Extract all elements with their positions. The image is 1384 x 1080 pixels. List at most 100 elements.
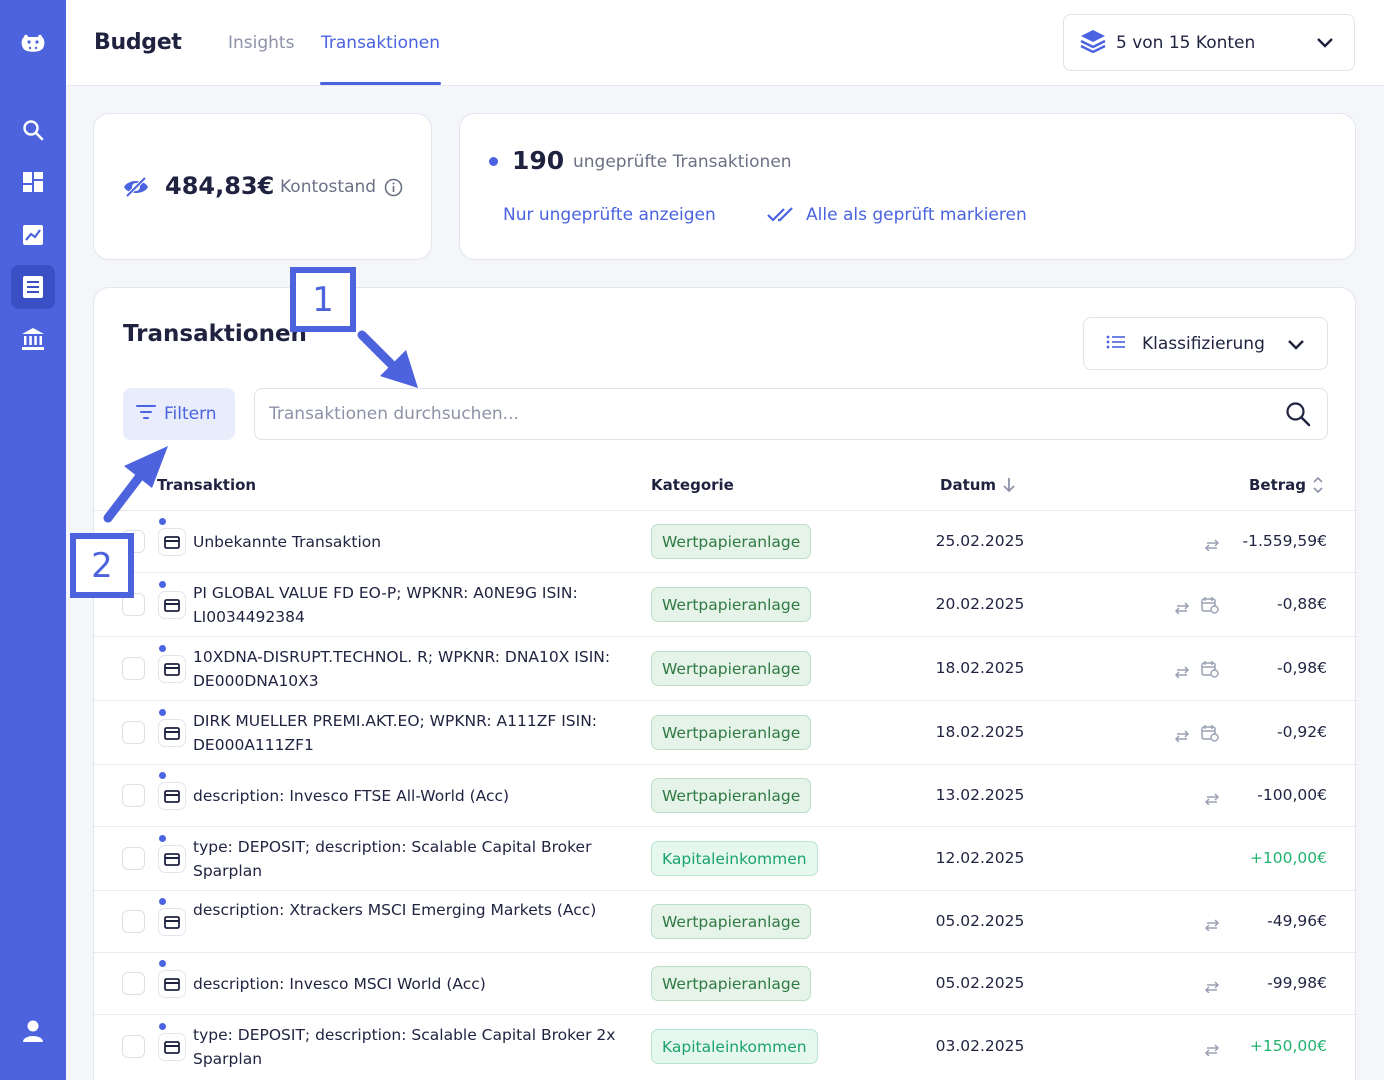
category-badge[interactable]: Wertpapieranlage xyxy=(651,966,812,1001)
category-badge[interactable]: Wertpapieranlage xyxy=(651,587,812,622)
unreviewed-dot xyxy=(159,1023,166,1030)
chart-icon[interactable] xyxy=(11,213,55,257)
table-row[interactable]: description: Invesco MSCI World (Acc) Wer… xyxy=(94,952,1357,1014)
show-unreviewed-link[interactable]: Nur ungeprüfte anzeigen xyxy=(503,205,716,225)
transaction-name[interactable]: type: DEPOSIT; description: Scalable Cap… xyxy=(193,835,623,883)
recurring-calendar-icon[interactable] xyxy=(1201,724,1219,746)
card-icon xyxy=(158,1033,186,1061)
card-icon xyxy=(158,719,186,747)
transaction-name[interactable]: type: DEPOSIT; description: Scalable Cap… xyxy=(193,1023,623,1071)
row-checkbox[interactable] xyxy=(122,1035,145,1058)
list-icon xyxy=(1106,334,1126,353)
unreviewed-dot xyxy=(159,645,166,652)
row-checkbox[interactable] xyxy=(122,972,145,995)
tab-insights[interactable]: Insights xyxy=(228,33,294,53)
classification-select[interactable]: Klassifizierung xyxy=(1083,317,1328,370)
transaction-date: 05.02.2025 xyxy=(935,912,1025,930)
transaction-amount: -1.559,59€ xyxy=(1242,532,1327,550)
unreviewed-dot xyxy=(159,518,166,525)
recurring-calendar-icon[interactable] xyxy=(1201,660,1219,682)
eye-off-icon[interactable] xyxy=(122,176,150,202)
category-badge[interactable]: Kapitaleinkommen xyxy=(651,841,818,876)
top-bar: Budget Insights Transaktionen 5 von 15 K… xyxy=(66,0,1384,86)
row-checkbox[interactable] xyxy=(122,847,145,870)
category-badge[interactable]: Wertpapieranlage xyxy=(651,715,812,750)
category-badge[interactable]: Wertpapieranlage xyxy=(651,778,812,813)
card-icon xyxy=(158,845,186,873)
table-row[interactable]: type: DEPOSIT; description: Scalable Cap… xyxy=(94,826,1357,890)
row-checkbox[interactable] xyxy=(122,721,145,744)
category-badge[interactable]: Wertpapieranlage xyxy=(651,904,812,939)
transfer-icon[interactable] xyxy=(1204,1041,1220,1060)
unreviewed-dot xyxy=(489,157,498,166)
mark-all-reviewed-link[interactable]: Alle als geprüft markieren xyxy=(806,205,1027,225)
transaction-name[interactable]: description: Invesco MSCI World (Acc) xyxy=(193,972,623,996)
card-icon xyxy=(158,970,186,998)
sort-arrow-down-icon[interactable] xyxy=(1001,476,1017,498)
table-row[interactable]: Unbekannte Transaktion Wertpapieranlage 25… xyxy=(94,510,1357,572)
transaction-amount: -100,00€ xyxy=(1257,786,1327,804)
row-checkbox[interactable] xyxy=(122,784,145,807)
classification-select-label: Klassifizierung xyxy=(1142,333,1265,354)
accounts-select[interactable]: 5 von 15 Konten xyxy=(1063,14,1355,71)
transactions-icon[interactable] xyxy=(11,265,55,309)
transfer-icon[interactable] xyxy=(1204,978,1220,997)
filter-button[interactable]: Filtern xyxy=(123,388,235,440)
transaction-date: 12.02.2025 xyxy=(935,849,1025,867)
category-badge[interactable]: Wertpapieranlage xyxy=(651,524,812,559)
transaction-date: 03.02.2025 xyxy=(935,1037,1025,1055)
table-row[interactable]: 10XDNA-DISRUPT.TECHNOL. R; WPKNR: DNA10X… xyxy=(94,636,1357,700)
hippo-logo-icon[interactable] xyxy=(11,22,55,66)
sidebar xyxy=(0,0,66,1080)
transaction-name[interactable]: PI GLOBAL VALUE FD EO-P; WPKNR: A0NE9G I… xyxy=(193,581,623,629)
table-row[interactable]: description: Xtrackers MSCI Emerging Mar… xyxy=(94,890,1357,952)
transaction-name[interactable]: description: Xtrackers MSCI Emerging Mar… xyxy=(193,898,623,922)
dashboard-icon[interactable] xyxy=(11,160,55,204)
row-checkbox[interactable] xyxy=(122,657,145,680)
transaction-name[interactable]: Unbekannte Transaktion xyxy=(193,530,623,554)
recurring-calendar-icon[interactable] xyxy=(1201,596,1219,618)
transaction-name[interactable]: 10XDNA-DISRUPT.TECHNOL. R; WPKNR: DNA10X… xyxy=(193,645,623,693)
page-title: Budget xyxy=(94,30,182,55)
search-icon[interactable] xyxy=(11,108,55,152)
transfer-icon[interactable] xyxy=(1174,727,1190,746)
table-row[interactable]: PI GLOBAL VALUE FD EO-P; WPKNR: A0NE9G I… xyxy=(94,572,1357,636)
column-header-transaction: Transaktion xyxy=(157,476,257,494)
layers-icon xyxy=(1080,29,1106,57)
transfer-icon[interactable] xyxy=(1174,663,1190,682)
category-badge[interactable]: Kapitaleinkommen xyxy=(651,1029,818,1064)
annotation-marker-1: 1 xyxy=(290,267,356,332)
balance-amount: 484,83€ xyxy=(165,172,275,200)
unreviewed-dot xyxy=(159,709,166,716)
column-header-category: Kategorie xyxy=(651,476,734,494)
transfer-icon[interactable] xyxy=(1204,916,1220,935)
transfer-icon[interactable] xyxy=(1204,790,1220,809)
user-icon[interactable] xyxy=(11,1009,55,1053)
search-icon[interactable] xyxy=(1285,401,1311,431)
transaction-amount: +100,00€ xyxy=(1249,849,1327,867)
tab-transaktionen[interactable]: Transaktionen xyxy=(321,33,440,53)
transaction-name[interactable]: DIRK MUELLER PREMI.AKT.EO; WPKNR: A111ZF… xyxy=(193,709,623,757)
category-badge[interactable]: Wertpapieranlage xyxy=(651,651,812,686)
info-icon[interactable] xyxy=(384,178,403,201)
card-icon xyxy=(158,655,186,683)
row-checkbox[interactable] xyxy=(122,910,145,933)
table-row[interactable]: type: DEPOSIT; description: Scalable Cap… xyxy=(94,1014,1357,1078)
card-icon xyxy=(158,528,186,556)
transaction-date: 13.02.2025 xyxy=(935,786,1025,804)
column-header-date[interactable]: Datum xyxy=(940,476,996,494)
search-input[interactable] xyxy=(254,388,1328,440)
bank-icon[interactable] xyxy=(11,317,55,361)
table-row[interactable]: description: Invesco FTSE All-World (Acc… xyxy=(94,764,1357,826)
transfer-icon[interactable] xyxy=(1174,599,1190,618)
unreviewed-card: 190 ungeprüfte Transaktionen Nur ungeprü… xyxy=(459,113,1356,260)
transaction-name[interactable]: description: Invesco FTSE All-World (Acc… xyxy=(193,784,623,808)
unreviewed-count: 190 xyxy=(512,146,565,175)
column-header-amount[interactable]: Betrag xyxy=(1249,476,1306,494)
transaction-amount: +150,00€ xyxy=(1249,1037,1327,1055)
card-icon xyxy=(158,908,186,936)
transfer-icon[interactable] xyxy=(1204,536,1220,555)
sort-toggle-icon[interactable] xyxy=(1312,475,1324,499)
unreviewed-dot xyxy=(159,960,166,967)
table-row[interactable]: DIRK MUELLER PREMI.AKT.EO; WPKNR: A111ZF… xyxy=(94,700,1357,764)
